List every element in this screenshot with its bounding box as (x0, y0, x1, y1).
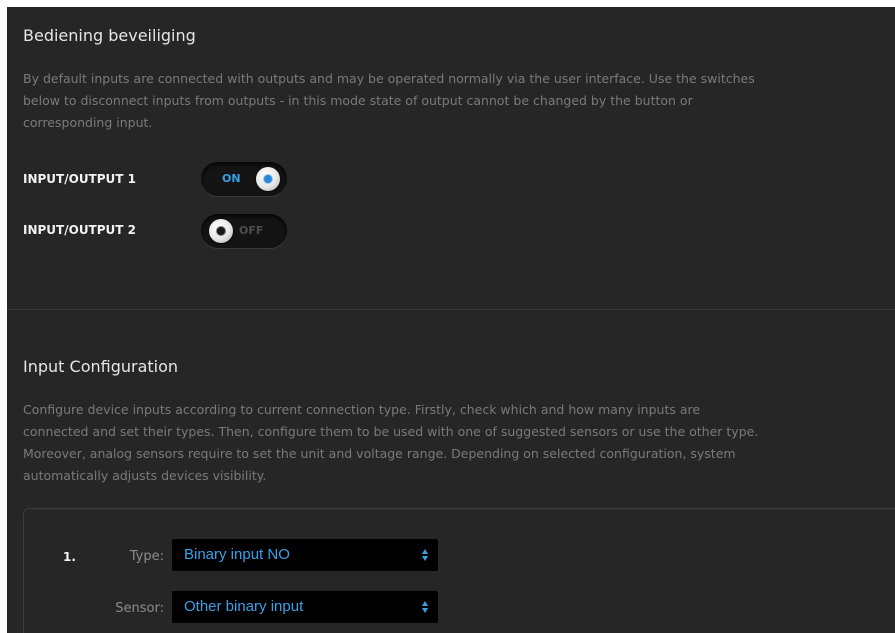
up-down-arrows-icon (422, 601, 429, 613)
section-title: Bediening beveiliging (23, 26, 196, 45)
input-config-row-1: 1. Type: Binary input NO Sensor: Other b… (23, 508, 895, 633)
description-line: below to disconnect inputs from outputs … (23, 93, 693, 108)
type-select-value: Binary input NO (184, 546, 290, 563)
io1-label: INPUT/OUTPUT 1 (23, 172, 136, 186)
input-configuration-section: Input Configuration Configure device inp… (7, 310, 895, 633)
section-title: Input Configuration (23, 357, 179, 376)
section-description: Configure device inputs according to cur… (23, 399, 895, 487)
type-label: Type: (129, 549, 164, 564)
toggle-knob-icon (209, 219, 233, 243)
description-line: corresponding input. (23, 115, 153, 130)
io2-toggle-state: OFF (239, 224, 264, 237)
io1-toggle-state: ON (222, 172, 241, 185)
io2-label: INPUT/OUTPUT 2 (23, 223, 136, 237)
description-line: By default inputs are connected with out… (23, 71, 755, 86)
description-line: automatically adjusts devices visibility… (23, 468, 267, 483)
up-down-arrows-icon (422, 549, 429, 561)
sensor-label: Sensor: (115, 601, 164, 616)
io2-toggle[interactable]: OFF (201, 214, 287, 248)
settings-panel: Bediening beveiliging By default inputs … (7, 7, 895, 633)
description-line: connected and set their types. Then, con… (23, 424, 759, 439)
type-select[interactable]: Binary input NO (172, 539, 438, 571)
sensor-select[interactable]: Other binary input (172, 591, 438, 623)
protection-section: Bediening beveiliging By default inputs … (7, 7, 895, 309)
io1-toggle[interactable]: ON (201, 162, 287, 196)
description-line: Moreover, analog sensors require to set … (23, 446, 736, 461)
description-line: Configure device inputs according to cur… (23, 402, 701, 417)
toggle-knob-icon (256, 167, 280, 191)
sensor-select-value: Other binary input (184, 598, 304, 615)
section-description: By default inputs are connected with out… (23, 68, 895, 134)
